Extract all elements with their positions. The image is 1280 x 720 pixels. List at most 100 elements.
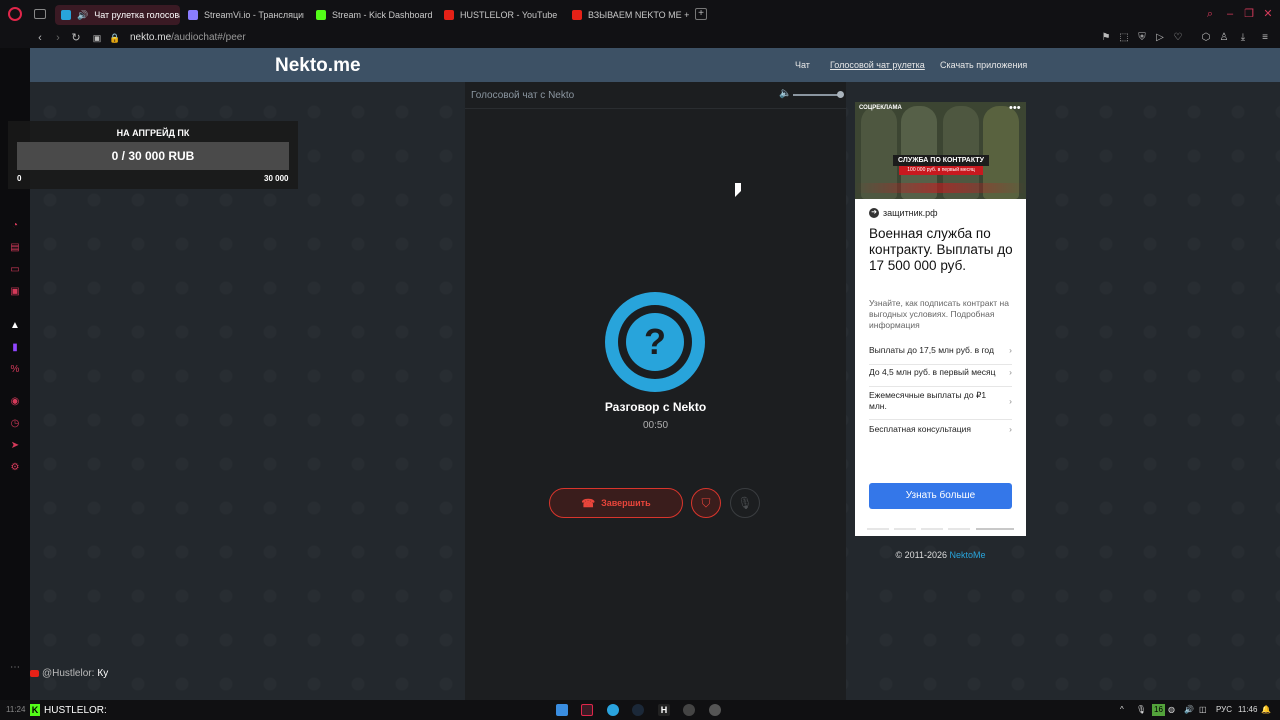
ad-image[interactable]: СОЦРЕКЛАМА ••• СЛУЖБА ПО КОНТРАКТУ 100 0… [855,102,1026,199]
download-icon[interactable]: ⤓ [1236,31,1250,45]
obs-icon[interactable] [683,704,695,716]
percent-icon[interactable]: % [9,364,21,376]
donation-min: 0 [17,174,22,183]
opera-taskbar-icon[interactable] [581,704,593,716]
ad-link-label: Ежемесячные выплаты до ₽1 млн. [869,390,987,411]
clock[interactable]: 11:46 [1238,704,1257,716]
network-tray-icon[interactable]: ◫ [1199,704,1207,716]
steam-icon[interactable] [632,704,644,716]
bookmark-icon[interactable]: ⚑ [1099,31,1113,45]
media-icon[interactable]: ▣ [9,286,21,298]
end-call-button[interactable]: ☎ Завершить [549,488,683,518]
mouse-cursor-icon [735,183,741,197]
donation-max: 30 000 [264,174,289,183]
ad-link-row[interactable]: Выплаты до 17,5 млн руб. в год › [869,345,1012,365]
peer-name: Разговор с Nekto [604,400,707,414]
tab-menu-icon[interactable] [34,9,46,19]
ad-badge: СОЦРЕКЛАМА [859,105,902,111]
ad-block[interactable]: СОЦРЕКЛАМА ••• СЛУЖБА ПО КОНТРАКТУ 100 0… [855,102,1026,536]
minimize-icon[interactable]: – [1224,8,1236,20]
tab-nekto[interactable]: 🔊 Чат рулетка голосова [55,5,180,25]
history-icon[interactable]: ◷ [9,418,21,430]
profile-icon[interactable]: ♙ [1217,31,1231,45]
ad-link-row[interactable]: До 4,5 млн руб. в первый месяц › [869,367,1012,387]
extensions-icon[interactable]: ⬡ [1199,31,1213,45]
report-button[interactable]: ⛉ [691,488,721,518]
ad-link-row[interactable]: Ежемесячные выплаты до ₽1 млн. › [869,390,1012,420]
opera-logo-icon[interactable] [8,7,22,21]
kick-sidebar-icon[interactable]: ▲ [9,320,21,332]
ad-cta-button[interactable]: Узнать больше [869,483,1012,509]
chevron-right-icon: › [1009,345,1012,355]
ad-pager-dot-active[interactable] [976,528,1014,530]
nekto-favicon-icon [61,10,71,20]
ad-link-label: До 4,5 млн руб. в первый месяц [869,367,996,377]
app-h-icon[interactable]: H [658,704,670,716]
ad-link-label: Бесплатная консультация [869,424,971,434]
shopping-icon[interactable]: ▤ [9,242,21,254]
restore-icon[interactable]: ❐ [1243,8,1255,20]
player-icon[interactable]: ◉ [9,396,21,408]
language-indicator[interactable]: РУС [1216,704,1232,716]
voice-chat-panel: Голосовой чат с Nekto 🔈 ? Разговор с Nek… [465,82,846,700]
steam-tray-icon[interactable]: ◍ [1168,704,1175,716]
chevron-right-icon: › [1009,396,1012,406]
site-header: Nekto.me Чат Голосовой чат рулетка Скача… [30,48,1280,82]
nav-voice-chat[interactable]: Голосовой чат рулетка [830,60,925,70]
back-icon[interactable]: ‹ [33,31,47,45]
tray-expand-icon[interactable]: ^ [1120,704,1124,716]
footer-brand-link[interactable]: NektoMe [950,550,986,560]
tray-badge-icon[interactable]: 16 [1152,704,1165,716]
send-icon[interactable]: ➤ [9,440,21,452]
ad-pager-dot[interactable] [867,528,889,530]
volume-slider-knob[interactable] [837,91,844,98]
snapshot-icon[interactable]: ⬚ [1117,31,1131,45]
nav-download-apps[interactable]: Скачать приложения [940,60,1027,70]
telegram-icon[interactable] [607,704,619,716]
heart-icon[interactable]: ♡ [1171,31,1185,45]
search-icon[interactable]: ⌕ [1204,8,1216,20]
volume-tray-icon[interactable]: 🔊 [1184,704,1194,716]
ad-pager-dot[interactable] [921,528,943,530]
tab-youtube[interactable]: HUSTLELOR - YouTube [438,5,563,25]
ad-pager-dot[interactable] [948,528,970,530]
shield-icon: ⛉ [701,496,711,510]
mic-button[interactable]: 🎙 [730,488,760,518]
twitch-panel-icon[interactable]: ▭ [9,264,21,276]
ad-description: Узнайте, как подписать контракт на выгод… [869,298,1009,330]
tab-youtube-2[interactable]: ВЗЫВАЕМ NEKTO ME + ОБ [566,5,691,25]
more-icon[interactable]: ⋯ [9,662,21,674]
url-field[interactable]: nekto.me/audiochat#/peer [130,31,246,45]
close-icon[interactable]: ✕ [1262,8,1274,20]
donation-title: НА АПГРЕЙД ПК [116,128,190,138]
page-info-icon[interactable]: ▣ [90,31,104,45]
app-icon[interactable] [709,704,721,716]
copyright: © 2011-2026 [895,550,947,560]
ai-icon[interactable]: ◔ [9,220,21,232]
shield-icon[interactable]: ⛨ [1135,31,1149,45]
notification-icon[interactable]: 🔔 [1261,704,1271,716]
settings-icon[interactable]: ⚙ [9,462,21,474]
site-logo[interactable]: Nekto.me [275,55,361,77]
ad-pager-dot[interactable] [894,528,916,530]
menu-icon[interactable]: ≡ [1258,31,1272,45]
tab-kick[interactable]: Stream - Kick Dashboard [310,5,435,25]
nav-chat[interactable]: Чат [795,60,810,70]
kick-channel: HUSTLELOR: [44,704,107,716]
lock-icon[interactable]: 🔒 [108,31,122,45]
tab-streamvi[interactable]: StreamVi.io - Трансляции [182,5,304,25]
reload-icon[interactable]: ↻ [69,31,83,45]
new-tab-button[interactable]: + [695,8,707,20]
ad-headline[interactable]: Военная служба по контракту. Выплаты до … [869,226,1019,274]
ad-menu-icon[interactable]: ••• [1009,102,1021,114]
start-icon[interactable] [556,704,568,716]
ad-domain[interactable]: защитник.рф [883,208,938,218]
twitch-icon[interactable]: ▮ [9,342,21,354]
ad-link-row[interactable]: Бесплатная консультация › [869,424,1012,444]
volume-icon[interactable]: 🔈 [779,88,791,99]
forward-icon[interactable]: › [51,31,65,45]
volume-slider[interactable] [793,94,841,96]
player-icon[interactable]: ▷ [1153,31,1167,45]
donation-goal-widget: НА АПГРЕЙД ПК 0 / 30 000 RUB 0 30 000 [8,121,298,189]
microphone-tray-icon[interactable]: 🎙 [1136,704,1146,716]
